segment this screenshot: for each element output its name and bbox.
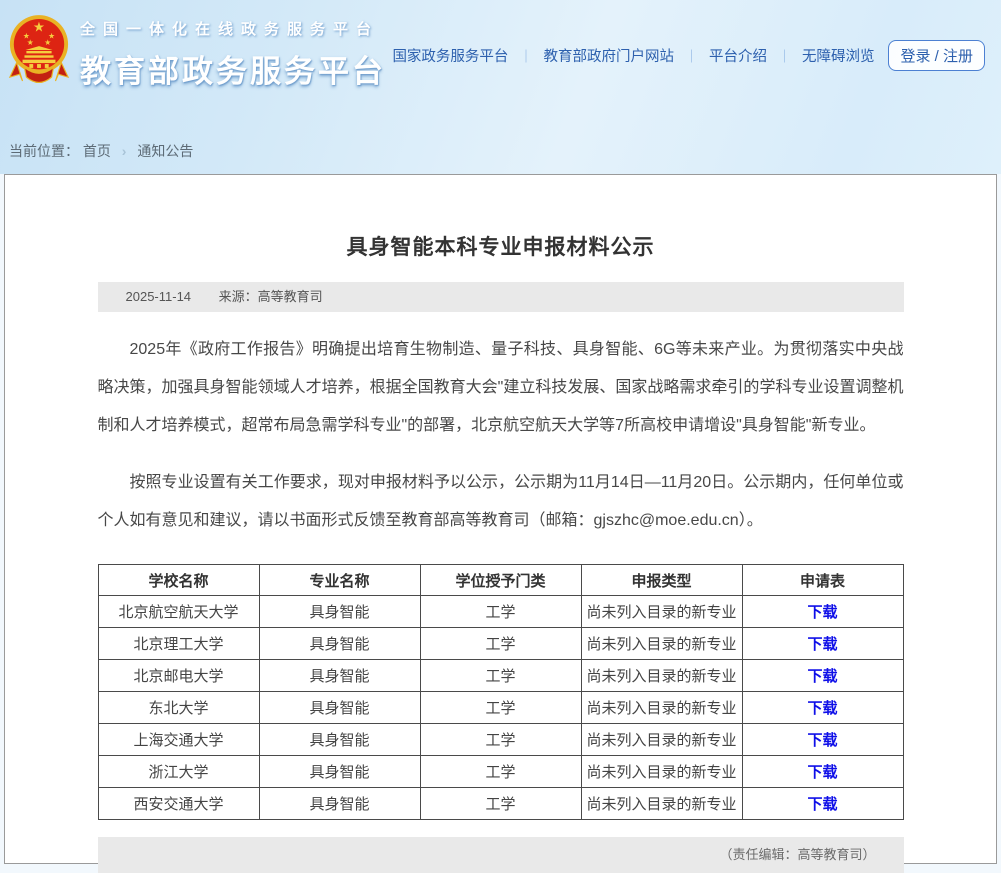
download-link[interactable]: 下载 bbox=[807, 636, 837, 653]
application-type-cell: 尚未列入目录的新专业 bbox=[581, 660, 742, 692]
article-title: 具身智能本科专业申报材料公示 bbox=[98, 231, 904, 261]
breadcrumb: 当前位置： 首页 › 通知公告 bbox=[9, 141, 193, 161]
col-header-type: 申报类型 bbox=[581, 565, 742, 596]
breadcrumb-prefix: 当前位置： bbox=[9, 143, 79, 159]
svg-text:★: ★ bbox=[33, 20, 45, 35]
login-register-button[interactable]: 登录 / 注册 bbox=[888, 40, 985, 71]
degree-category-cell: 工学 bbox=[420, 724, 581, 756]
application-table: 学校名称 专业名称 学位授予门类 申报类型 申请表 北京航空航天大学具身智能工学… bbox=[98, 564, 904, 820]
application-form-cell: 下载 bbox=[742, 692, 903, 724]
nav-separator: ｜ bbox=[685, 46, 698, 65]
degree-category-cell: 工学 bbox=[420, 628, 581, 660]
degree-category-cell: 工学 bbox=[420, 596, 581, 628]
editor-bar: （责任编辑：高等教育司） bbox=[98, 837, 904, 873]
brand-text: 全国一体化在线政务服务平台 教育部政务服务平台 bbox=[80, 18, 386, 91]
table-row: 北京邮电大学具身智能工学尚未列入目录的新专业 下载 bbox=[98, 660, 903, 692]
major-name-cell: 具身智能 bbox=[259, 660, 420, 692]
application-type-cell: 尚未列入目录的新专业 bbox=[581, 756, 742, 788]
school-name-cell: 浙江大学 bbox=[98, 756, 259, 788]
application-form-cell: 下载 bbox=[742, 788, 903, 820]
degree-category-cell: 工学 bbox=[420, 660, 581, 692]
degree-category-cell: 工学 bbox=[420, 756, 581, 788]
application-type-cell: 尚未列入目录的新专业 bbox=[581, 788, 742, 820]
application-form-cell: 下载 bbox=[742, 756, 903, 788]
national-emblem-logo: ★ ★ ★ ★ ★ bbox=[8, 10, 70, 90]
application-form-cell: 下载 bbox=[742, 724, 903, 756]
platform-tagline: 全国一体化在线政务服务平台 bbox=[80, 18, 386, 39]
site-brand: ★ ★ ★ ★ ★ 全国一体化在线政务服务平台 教育部政务服务平台 bbox=[8, 10, 386, 91]
school-name-cell: 北京航空航天大学 bbox=[98, 596, 259, 628]
major-name-cell: 具身智能 bbox=[259, 596, 420, 628]
nav-separator: ｜ bbox=[778, 46, 791, 65]
table-header-row: 学校名称 专业名称 学位授予门类 申报类型 申请表 bbox=[98, 565, 903, 596]
table-row: 西安交通大学具身智能工学尚未列入目录的新专业 下载 bbox=[98, 788, 903, 820]
school-name-cell: 北京理工大学 bbox=[98, 628, 259, 660]
school-name-cell: 东北大学 bbox=[98, 692, 259, 724]
article-body: 2025年《政府工作报告》明确提出培育生物制造、量子科技、具身智能、6G等未来产… bbox=[98, 331, 904, 540]
svg-text:★: ★ bbox=[44, 38, 51, 47]
editor-note: （责任编辑：高等教育司） bbox=[719, 847, 875, 862]
nav-separator: ｜ bbox=[519, 46, 532, 65]
nav-link-accessibility[interactable]: 无障碍浏览 bbox=[802, 45, 875, 66]
application-type-cell: 尚未列入目录的新专业 bbox=[581, 628, 742, 660]
table-row: 北京航空航天大学具身智能工学尚未列入目录的新专业 下载 bbox=[98, 596, 903, 628]
col-header-form: 申请表 bbox=[742, 565, 903, 596]
breadcrumb-separator: › bbox=[122, 143, 127, 159]
nav-link-national-platform[interactable]: 国家政务服务平台 bbox=[392, 45, 508, 66]
school-name-cell: 上海交通大学 bbox=[98, 724, 259, 756]
application-type-cell: 尚未列入目录的新专业 bbox=[581, 724, 742, 756]
degree-category-cell: 工学 bbox=[420, 692, 581, 724]
publish-date: 2025-11-14 bbox=[126, 289, 192, 304]
download-link[interactable]: 下载 bbox=[807, 732, 837, 749]
school-name-cell: 北京邮电大学 bbox=[98, 660, 259, 692]
school-name-cell: 西安交通大学 bbox=[98, 788, 259, 820]
paragraph: 2025年《政府工作报告》明确提出培育生物制造、量子科技、具身智能、6G等未来产… bbox=[98, 331, 904, 445]
nav-link-platform-intro[interactable]: 平台介绍 bbox=[709, 45, 767, 66]
col-header-degree: 学位授予门类 bbox=[420, 565, 581, 596]
major-name-cell: 具身智能 bbox=[259, 756, 420, 788]
table-row: 上海交通大学具身智能工学尚未列入目录的新专业 下载 bbox=[98, 724, 903, 756]
download-link[interactable]: 下载 bbox=[807, 796, 837, 813]
nav-link-moe-portal[interactable]: 教育部政府门户网站 bbox=[543, 45, 674, 66]
col-header-school: 学校名称 bbox=[98, 565, 259, 596]
article-panel: 具身智能本科专业申报材料公示 2025-11-14 来源：高等教育司 2025年… bbox=[4, 174, 997, 864]
breadcrumb-home-link[interactable]: 首页 bbox=[83, 143, 111, 159]
major-name-cell: 具身智能 bbox=[259, 692, 420, 724]
download-link[interactable]: 下载 bbox=[807, 700, 837, 717]
svg-text:★: ★ bbox=[27, 38, 34, 47]
application-form-cell: 下载 bbox=[742, 596, 903, 628]
article-meta-bar: 2025-11-14 来源：高等教育司 bbox=[98, 282, 904, 312]
table-row: 浙江大学具身智能工学尚未列入目录的新专业 下载 bbox=[98, 756, 903, 788]
paragraph: 按照专业设置有关工作要求，现对申报材料予以公示，公示期为11月14日—11月20… bbox=[98, 464, 904, 540]
application-form-cell: 下载 bbox=[742, 628, 903, 660]
table-row: 东北大学具身智能工学尚未列入目录的新专业 下载 bbox=[98, 692, 903, 724]
download-link[interactable]: 下载 bbox=[807, 764, 837, 781]
breadcrumb-notices-link[interactable]: 通知公告 bbox=[137, 143, 193, 159]
col-header-major: 专业名称 bbox=[259, 565, 420, 596]
application-type-cell: 尚未列入目录的新专业 bbox=[581, 596, 742, 628]
table-row: 北京理工大学具身智能工学尚未列入目录的新专业 下载 bbox=[98, 628, 903, 660]
top-navigation: 国家政务服务平台 ｜ 教育部政府门户网站 ｜ 平台介绍 ｜ 无障碍浏览 登录 /… bbox=[392, 40, 985, 71]
download-link[interactable]: 下载 bbox=[807, 668, 837, 685]
major-name-cell: 具身智能 bbox=[259, 628, 420, 660]
degree-category-cell: 工学 bbox=[420, 788, 581, 820]
article-content: 具身智能本科专业申报材料公示 2025-11-14 来源：高等教育司 2025年… bbox=[98, 175, 904, 873]
page-header-band: ★ ★ ★ ★ ★ 全国一体化在线政务服务平台 教育部政务服务平台 国家政务服务… bbox=[0, 0, 1001, 174]
application-form-cell: 下载 bbox=[742, 660, 903, 692]
download-link[interactable]: 下载 bbox=[807, 604, 837, 621]
major-name-cell: 具身智能 bbox=[259, 788, 420, 820]
major-name-cell: 具身智能 bbox=[259, 724, 420, 756]
site-title: 教育部政务服务平台 bbox=[80, 46, 386, 91]
application-table-body: 北京航空航天大学具身智能工学尚未列入目录的新专业下载北京理工大学具身智能工学尚未… bbox=[98, 596, 903, 820]
application-type-cell: 尚未列入目录的新专业 bbox=[581, 692, 742, 724]
article-source: 来源：高等教育司 bbox=[219, 289, 323, 304]
